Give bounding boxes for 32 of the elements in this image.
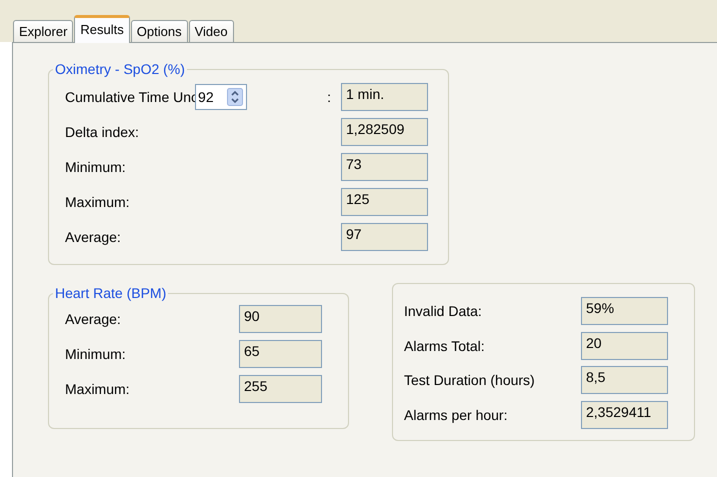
tab[interactable]: Video	[188, 20, 234, 42]
field-label: Test Duration (hours)	[404, 372, 536, 388]
value-field: 90	[239, 304, 322, 332]
tab[interactable]: Results	[74, 15, 130, 43]
value-field: 2,3529411	[581, 400, 668, 429]
field-label: Minimum:	[65, 158, 127, 174]
value-field: 1 min.	[341, 82, 428, 110]
field-label: Average:	[65, 310, 122, 326]
value-field: 59%	[581, 297, 668, 326]
tab[interactable]: Explorer	[13, 20, 74, 42]
group-title: Heart Rate (BPM)	[54, 285, 168, 301]
value-field: 255	[239, 374, 322, 402]
field-label: Alarms Total:	[404, 338, 486, 354]
tab[interactable]: Options	[130, 20, 188, 42]
value-field: 125	[341, 188, 428, 216]
spin-arrows-icon[interactable]	[227, 88, 244, 106]
value-field: 1,282509	[341, 118, 428, 146]
field-label: Average:	[65, 228, 122, 244]
value-field: 8,5	[581, 366, 668, 394]
value-field: 65	[239, 340, 322, 368]
spinner-field[interactable]: 92	[195, 84, 248, 110]
value-field: 20	[581, 332, 668, 360]
field-label: Delta index:	[65, 124, 140, 140]
field-label: Minimum:	[65, 346, 127, 362]
value-field: 73	[341, 152, 428, 180]
field-label: Maximum:	[65, 194, 131, 210]
field-label: Maximum:	[65, 380, 131, 396]
field-label: Alarms per hour:	[404, 406, 508, 423]
group-title: Oximetry - SpO2 (%)	[54, 61, 186, 77]
field-label: Invalid Data:	[404, 303, 483, 320]
value-field: 97	[341, 222, 428, 250]
separator: :	[326, 88, 332, 104]
